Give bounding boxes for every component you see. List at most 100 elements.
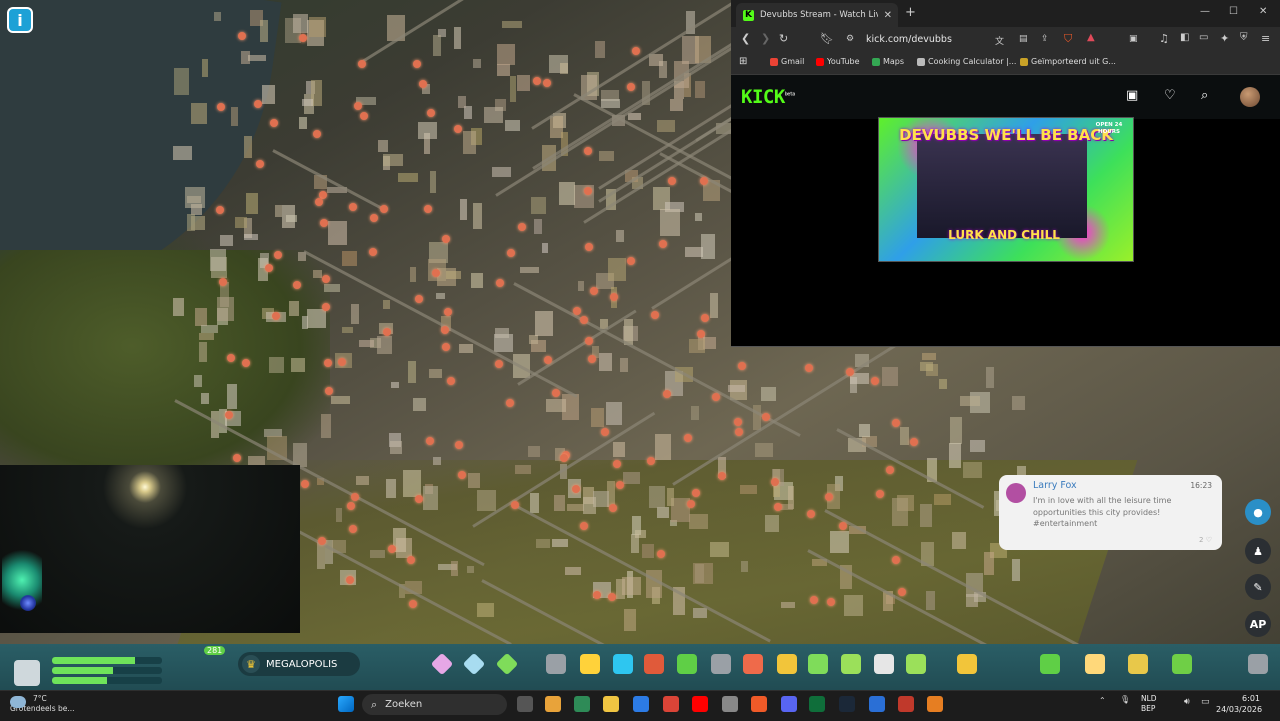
- service-pin-icon[interactable]: [505, 399, 514, 408]
- service-pin-icon[interactable]: [357, 60, 366, 69]
- cash-icon[interactable]: 281: [196, 646, 226, 674]
- service-pin-icon[interactable]: [691, 489, 700, 498]
- economy-icon[interactable]: [1085, 654, 1105, 674]
- service-pin-icon[interactable]: [738, 362, 747, 371]
- service-pin-icon[interactable]: [224, 411, 233, 420]
- mail-icon[interactable]: [633, 696, 649, 712]
- citizen-icon[interactable]: ♟: [1245, 538, 1271, 564]
- service-pin-icon[interactable]: [667, 177, 676, 186]
- xbox-icon[interactable]: [809, 696, 825, 712]
- service-pin-icon[interactable]: [495, 278, 504, 287]
- service-pin-icon[interactable]: [380, 204, 389, 213]
- task-view-icon[interactable]: [517, 696, 533, 712]
- kick-logo[interactable]: KICKbeta: [741, 86, 795, 108]
- service-pin-icon[interactable]: [441, 234, 450, 243]
- service-pin-icon[interactable]: [347, 501, 356, 510]
- chevron-up-icon[interactable]: ⌃: [1099, 696, 1106, 705]
- service-pin-icon[interactable]: [686, 499, 695, 508]
- apps-grid-icon[interactable]: ⊞: [739, 56, 747, 67]
- vpn-icon[interactable]: ⛨: [1240, 32, 1248, 43]
- service-pin-icon[interactable]: [446, 376, 455, 385]
- close-tab-icon[interactable]: ✕: [884, 10, 892, 21]
- new-tab-button[interactable]: +: [905, 5, 916, 20]
- service-pin-icon[interactable]: [631, 47, 640, 56]
- service-pin-icon[interactable]: [215, 205, 224, 214]
- settings-icon[interactable]: [1248, 654, 1268, 674]
- service-pin-icon[interactable]: [264, 263, 273, 272]
- transport-icon[interactable]: [808, 654, 828, 674]
- service-pin-icon[interactable]: [518, 223, 527, 232]
- share-icon[interactable]: ⇪: [1041, 34, 1049, 44]
- service-pin-icon[interactable]: [300, 480, 309, 489]
- service-pin-icon[interactable]: [533, 76, 542, 85]
- service-pin-icon[interactable]: [734, 428, 743, 437]
- service-pin-icon[interactable]: [507, 249, 516, 258]
- service-pin-icon[interactable]: [237, 31, 246, 40]
- avatar[interactable]: [1240, 87, 1260, 107]
- bookmark-youtube[interactable]: YouTube: [816, 57, 860, 66]
- popcorn-icon[interactable]: [898, 696, 914, 712]
- language-indicator[interactable]: NLD BEP: [1141, 694, 1157, 714]
- service-pin-icon[interactable]: [453, 124, 462, 133]
- forward-icon[interactable]: ❯: [761, 32, 770, 45]
- service-pin-icon[interactable]: [579, 315, 588, 324]
- weather-widget[interactable]: 7°C Grotendeels be...: [10, 694, 75, 714]
- service-pin-icon[interactable]: [270, 118, 279, 127]
- service-pin-icon[interactable]: [806, 510, 815, 519]
- service-pin-icon[interactable]: [585, 243, 594, 252]
- edge-icon[interactable]: [574, 696, 590, 712]
- service-pin-icon[interactable]: [359, 112, 368, 121]
- water-icon[interactable]: [613, 654, 633, 674]
- service-pin-icon[interactable]: [457, 470, 466, 479]
- ap-button[interactable]: AP: [1245, 611, 1271, 637]
- sidebar-icon[interactable]: ▣: [1129, 34, 1138, 44]
- service-pin-icon[interactable]: [314, 197, 323, 206]
- service-pin-icon[interactable]: [626, 82, 635, 91]
- service-pin-icon[interactable]: [323, 358, 332, 367]
- notes-icon[interactable]: ✎: [1245, 574, 1271, 600]
- service-pin-icon[interactable]: [651, 311, 660, 320]
- address-bar[interactable]: kick.com/devubbs: [866, 34, 952, 45]
- service-pin-icon[interactable]: [542, 79, 551, 88]
- music-icon[interactable]: ♫: [1159, 32, 1169, 45]
- service-pin-icon[interactable]: [898, 587, 907, 596]
- recycling-icon[interactable]: [677, 654, 697, 674]
- service-pin-icon[interactable]: [369, 248, 378, 257]
- mic-icon[interactable]: 🎙︎: [1120, 695, 1130, 704]
- service-pin-icon[interactable]: [382, 327, 391, 336]
- translate-icon[interactable]: 文: [995, 34, 1004, 47]
- service-pin-icon[interactable]: [588, 354, 597, 363]
- menu-icon[interactable]: ≡: [1261, 32, 1270, 45]
- service-pin-icon[interactable]: [321, 274, 330, 283]
- service-pin-icon[interactable]: [423, 204, 432, 213]
- service-pin-icon[interactable]: [773, 503, 782, 512]
- bookmark-gmail[interactable]: Gmail: [770, 57, 804, 66]
- service-pin-icon[interactable]: [351, 492, 360, 501]
- panel-icon[interactable]: ◧: [1180, 32, 1189, 43]
- service-pin-icon[interactable]: [701, 313, 710, 322]
- service-pin-icon[interactable]: [324, 386, 333, 395]
- service-pin-icon[interactable]: [838, 521, 847, 530]
- taskbar-search[interactable]: ⌕ Zoeken: [362, 694, 507, 715]
- app-icon[interactable]: [869, 696, 885, 712]
- electricity-icon[interactable]: [580, 654, 600, 674]
- service-pin-icon[interactable]: [909, 438, 918, 447]
- service-pin-icon[interactable]: [255, 159, 264, 168]
- chirper-author[interactable]: Larry Fox: [1033, 480, 1077, 491]
- start-icon[interactable]: [338, 696, 354, 712]
- maximize-icon[interactable]: ☐: [1229, 6, 1238, 17]
- industry-icon[interactable]: [957, 654, 977, 674]
- site-settings-icon[interactable]: ⚙︎: [846, 34, 854, 44]
- service-pin-icon[interactable]: [572, 307, 581, 316]
- service-pin-icon[interactable]: [348, 202, 357, 211]
- file-explorer-icon[interactable]: [545, 696, 561, 712]
- service-pin-icon[interactable]: [871, 377, 880, 386]
- volume-icon[interactable]: 🔊︎: [1184, 697, 1190, 707]
- education-icon[interactable]: [711, 654, 731, 674]
- statistics-icon[interactable]: [1128, 654, 1148, 674]
- brave-shield-icon[interactable]: ⛉: [1064, 32, 1072, 46]
- service-pin-icon[interactable]: [412, 59, 421, 68]
- policies-icon[interactable]: [1040, 654, 1060, 674]
- trees-icon[interactable]: [906, 654, 926, 674]
- close-window-icon[interactable]: ✕: [1259, 6, 1267, 17]
